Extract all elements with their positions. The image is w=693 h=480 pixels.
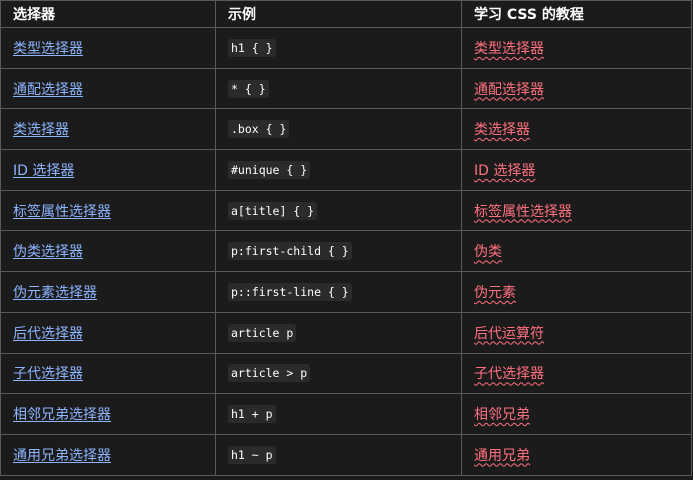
- selector-cell: ID 选择器: [0, 149, 216, 191]
- selector-link[interactable]: 标签属性选择器: [13, 204, 111, 220]
- selector-link[interactable]: 子代选择器: [13, 366, 83, 382]
- selectors-table: 选择器 示例 学习 CSS 的教程 类型选择器 h1 { } 类型选择器通配选择器 *…: [0, 0, 692, 476]
- selector-cell: 相邻兄弟选择器: [0, 393, 216, 435]
- tutorial-link[interactable]: 伪类: [474, 244, 502, 260]
- example-cell: a[title] { }: [215, 189, 462, 232]
- selector-cell: 伪元素选择器: [0, 271, 216, 313]
- table-row: 类选择器 .box { } 类选择器: [0, 108, 692, 151]
- tutorial-cell: 子代选择器: [461, 352, 692, 395]
- example-code: p::first-line { }: [228, 282, 352, 301]
- example-code: h1 { }: [228, 38, 276, 57]
- table-row: 通配选择器 * { } 通配选择器: [0, 67, 692, 110]
- example-code: .box { }: [228, 120, 290, 139]
- example-code: article p: [228, 323, 297, 342]
- header-row: 选择器 示例 学习 CSS 的教程: [0, 0, 692, 28]
- example-code: #unique { }: [228, 160, 311, 179]
- example-code: p:first-child { }: [228, 242, 352, 261]
- selector-link[interactable]: 通配选择器: [13, 82, 83, 98]
- tutorial-link[interactable]: 通用兄弟: [474, 448, 530, 464]
- selector-link[interactable]: 伪元素选择器: [13, 285, 97, 301]
- example-cell: h1 ~ p: [215, 433, 462, 476]
- tutorial-link[interactable]: 伪元素: [474, 285, 516, 301]
- tutorial-cell: 类型选择器: [461, 27, 692, 69]
- selector-cell: 通配选择器: [0, 67, 216, 110]
- tutorial-cell: ID 选择器: [461, 149, 692, 191]
- selector-link[interactable]: 类选择器: [13, 122, 69, 138]
- table-row: 通用兄弟选择器 h1 ~ p 通用兄弟: [0, 433, 692, 476]
- selector-cell: 后代选择器: [0, 311, 216, 354]
- example-code: h1 ~ p: [228, 445, 276, 464]
- example-code: h1 + p: [228, 405, 276, 424]
- selector-cell: 通用兄弟选择器: [0, 433, 216, 476]
- table-body: 类型选择器 h1 { } 类型选择器通配选择器 * { } 通配选择器类选择器 .box …: [0, 27, 692, 476]
- tutorial-link[interactable]: 标签属性选择器: [474, 204, 572, 220]
- table-row: ID 选择器 #unique { } ID 选择器: [0, 149, 692, 191]
- selector-cell: 类选择器: [0, 108, 216, 151]
- tutorial-link[interactable]: 类选择器: [474, 122, 530, 138]
- tutorial-cell: 通用兄弟: [461, 433, 692, 476]
- example-code: * { }: [228, 79, 269, 98]
- selector-link[interactable]: 后代选择器: [13, 326, 83, 342]
- tutorial-cell: 标签属性选择器: [461, 189, 692, 232]
- selector-cell: 伪类选择器: [0, 230, 216, 273]
- tutorial-link[interactable]: 后代运算符: [474, 326, 544, 342]
- selector-link[interactable]: ID 选择器: [13, 163, 74, 179]
- selector-cell: 标签属性选择器: [0, 189, 216, 232]
- selector-cell: 子代选择器: [0, 352, 216, 395]
- table-row: 类型选择器 h1 { } 类型选择器: [0, 27, 692, 69]
- example-cell: h1 { }: [215, 27, 462, 69]
- table-row: 相邻兄弟选择器 h1 + p 相邻兄弟: [0, 393, 692, 435]
- header-selector: 选择器: [0, 0, 216, 28]
- example-cell: p:first-child { }: [215, 230, 462, 273]
- tutorial-link[interactable]: ID 选择器: [474, 163, 535, 179]
- table-row: 伪类选择器 p:first-child { } 伪类: [0, 230, 692, 273]
- table-row: 后代选择器 article p 后代运算符: [0, 311, 692, 354]
- header-example: 示例: [215, 0, 462, 28]
- tutorial-cell: 类选择器: [461, 108, 692, 151]
- example-cell: h1 + p: [215, 393, 462, 435]
- table-row: 子代选择器 article > p 子代选择器: [0, 352, 692, 395]
- example-code: a[title] { }: [228, 201, 318, 220]
- header-tutorial: 学习 CSS 的教程: [461, 0, 692, 28]
- tutorial-link[interactable]: 通配选择器: [474, 82, 544, 98]
- tutorial-link[interactable]: 子代选择器: [474, 366, 544, 382]
- example-cell: .box { }: [215, 108, 462, 151]
- selector-link[interactable]: 类型选择器: [13, 41, 83, 57]
- example-cell: article p: [215, 311, 462, 354]
- tutorial-link[interactable]: 类型选择器: [474, 41, 544, 57]
- tutorial-cell: 伪类: [461, 230, 692, 273]
- tutorial-cell: 伪元素: [461, 271, 692, 313]
- example-cell: * { }: [215, 67, 462, 110]
- selector-link[interactable]: 相邻兄弟选择器: [13, 407, 111, 423]
- example-code: article > p: [228, 364, 311, 383]
- tutorial-cell: 相邻兄弟: [461, 393, 692, 435]
- example-cell: article > p: [215, 352, 462, 395]
- tutorial-cell: 通配选择器: [461, 67, 692, 110]
- table-row: 标签属性选择器 a[title] { } 标签属性选择器: [0, 189, 692, 232]
- tutorial-link[interactable]: 相邻兄弟: [474, 407, 530, 423]
- table-row: 伪元素选择器 p::first-line { } 伪元素: [0, 271, 692, 313]
- tutorial-cell: 后代运算符: [461, 311, 692, 354]
- selector-cell: 类型选择器: [0, 27, 216, 69]
- selector-link[interactable]: 通用兄弟选择器: [13, 448, 111, 464]
- example-cell: p::first-line { }: [215, 271, 462, 313]
- example-cell: #unique { }: [215, 149, 462, 191]
- selector-link[interactable]: 伪类选择器: [13, 244, 83, 260]
